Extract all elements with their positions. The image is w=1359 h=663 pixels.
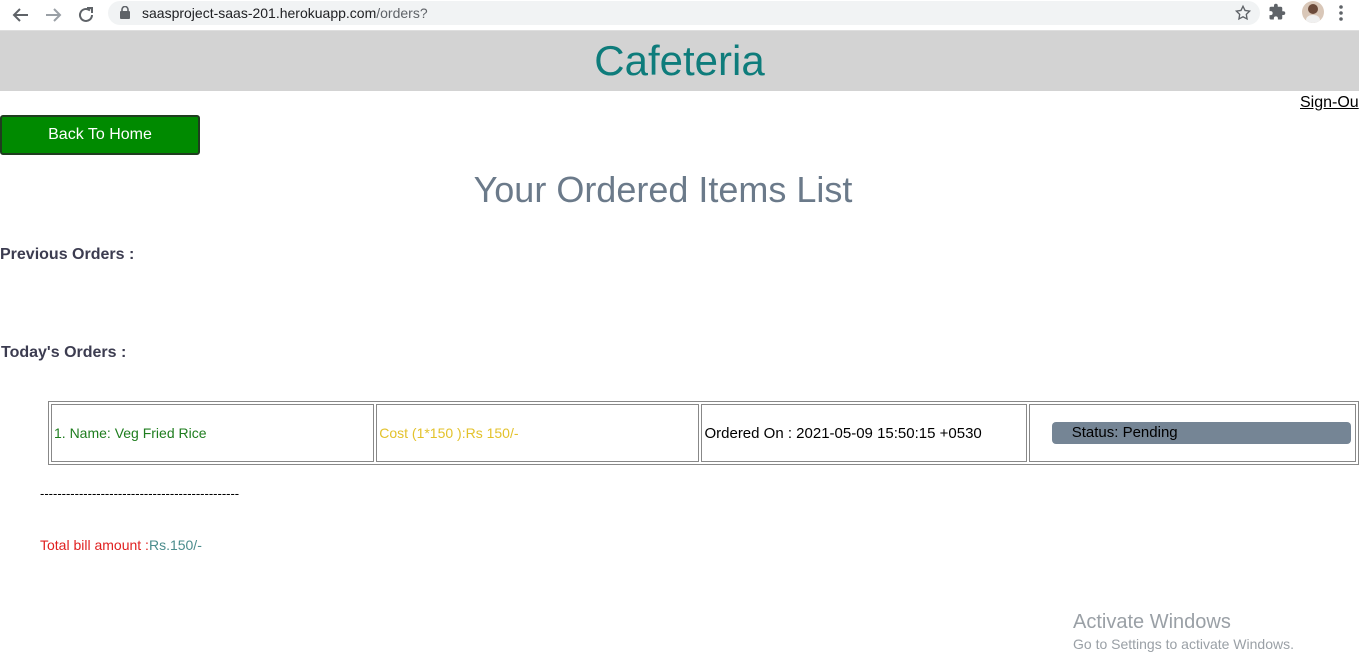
order-date: Ordered On : 2021-05-09 15:50:15 +0530 [701, 404, 1027, 462]
page-heading: Your Ordered Items List [473, 169, 853, 210]
order-item-cost: Cost (1*150 ):Rs 150/- [376, 404, 700, 462]
order-item-name: 1. Name: Veg Fried Rice [51, 404, 375, 462]
lock-icon [120, 5, 130, 24]
total-bill-amount: Rs.150/- [148, 537, 202, 553]
extensions-puzzle-icon[interactable] [1268, 3, 1286, 26]
order-status-cell: Status: Pending [1028, 404, 1356, 462]
browser-menu-icon[interactable] [1338, 4, 1344, 27]
browser-toolbar: saasproject-saas-201.herokuapp.com/order… [0, 0, 1359, 31]
previous-orders-label: Previous Orders : [0, 246, 135, 263]
app-title: Cafeteria [594, 37, 765, 84]
back-to-home-button[interactable]: Back To Home [0, 115, 200, 155]
table-row: 1. Name: Veg Fried Rice Cost (1*150 ):Rs… [51, 404, 1356, 462]
url-text: saasproject-saas-201.herokuapp.com/order… [142, 5, 428, 21]
address-bar[interactable]: saasproject-saas-201.herokuapp.com/order… [108, 1, 1260, 25]
bookmark-star-icon[interactable] [1234, 4, 1252, 27]
forward-arrow-icon[interactable] [40, 2, 66, 28]
orders-table: 1. Name: Veg Fried Rice Cost (1*150 ):Rs… [48, 401, 1359, 465]
watermark-title: Activate Windows [1073, 611, 1231, 633]
profile-avatar[interactable] [1302, 1, 1324, 23]
status-badge: Status: Pending [1051, 422, 1351, 444]
total-bill-label: Total bill amount : [40, 537, 149, 553]
app-header: Cafeteria [0, 31, 1359, 91]
divider-line: ----------------------------------------… [40, 486, 240, 501]
total-bill: Total bill amount :Rs.150/- [40, 537, 202, 553]
back-arrow-icon[interactable] [8, 2, 34, 28]
todays-orders-label: Today's Orders : [1, 344, 127, 361]
windows-activation-watermark: Activate Windows Go to Settings to activ… [1073, 611, 1294, 652]
watermark-subtitle: Go to Settings to activate Windows. [1073, 636, 1294, 652]
sign-out-link[interactable]: Sign-Ou [1300, 94, 1359, 112]
reload-icon[interactable] [73, 2, 99, 28]
